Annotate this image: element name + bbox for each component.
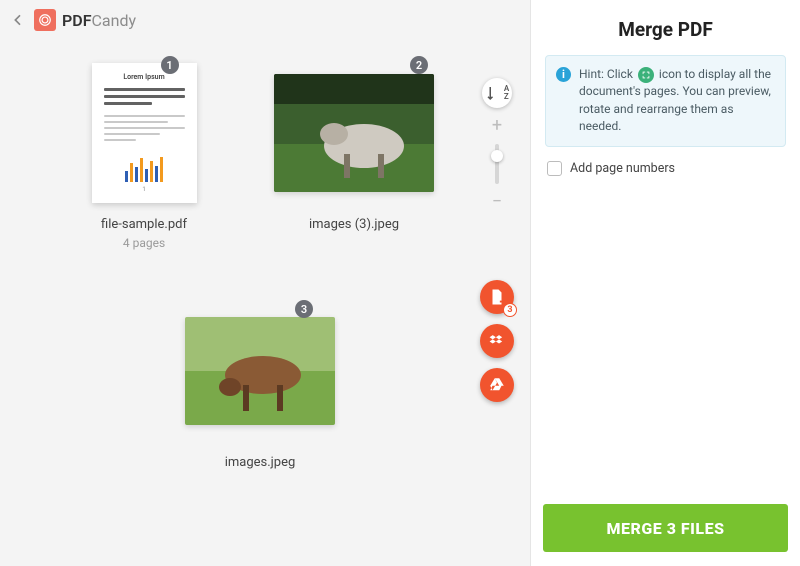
info-icon: i (556, 67, 571, 82)
pdf-thumbnail: Lorem Ipsum 1 (92, 63, 197, 203)
merge-button[interactable]: MERGE 3 FILES (543, 504, 788, 552)
file-pages: 4 pages (123, 236, 165, 250)
hint-text: Hint: Click (579, 67, 633, 81)
file-item[interactable]: 2 images (3).jpeg (254, 60, 454, 250)
panel-title: Merge PDF (531, 0, 800, 55)
image-thumbnail (274, 74, 434, 192)
add-file-button[interactable]: + 3 (480, 280, 514, 314)
file-name: images.jpeg (225, 455, 296, 470)
expand-pages-icon (638, 67, 654, 83)
file-name: file-sample.pdf (101, 217, 187, 232)
file-name: images (3).jpeg (309, 217, 399, 232)
add-page-numbers-option[interactable]: Add page numbers (547, 161, 784, 176)
brand-mark-icon (34, 9, 56, 31)
side-panel: Merge PDF i Hint: Click icon to display … (530, 0, 800, 566)
zoom-out-button[interactable]: − (487, 192, 507, 212)
file-order-badge: 2 (410, 56, 428, 74)
zoom-slider[interactable] (495, 144, 499, 184)
checkbox-label: Add page numbers (570, 161, 675, 176)
file-order-badge: 1 (161, 56, 179, 74)
sort-az-button[interactable]: AZ (482, 78, 512, 108)
brand-name: PDFCandy (62, 11, 136, 30)
zoom-in-button[interactable]: + (487, 116, 507, 136)
file-grid: 1 Lorem Ipsum (0, 40, 530, 566)
back-button[interactable] (6, 8, 30, 32)
dropbox-button[interactable] (480, 324, 514, 358)
google-drive-button[interactable] (480, 368, 514, 402)
hint-box: i Hint: Click icon to display all the do… (545, 55, 786, 147)
checkbox-icon[interactable] (547, 161, 562, 176)
add-file-count-badge: 3 (503, 303, 517, 317)
brand-logo[interactable]: PDFCandy (34, 9, 136, 31)
file-order-badge: 3 (295, 300, 313, 318)
zoom-handle[interactable] (491, 150, 503, 162)
file-item[interactable]: 1 Lorem Ipsum (44, 60, 244, 250)
image-thumbnail (185, 317, 335, 425)
header: PDFCandy (0, 0, 530, 40)
file-item[interactable]: 3 images.jpeg (160, 298, 360, 470)
